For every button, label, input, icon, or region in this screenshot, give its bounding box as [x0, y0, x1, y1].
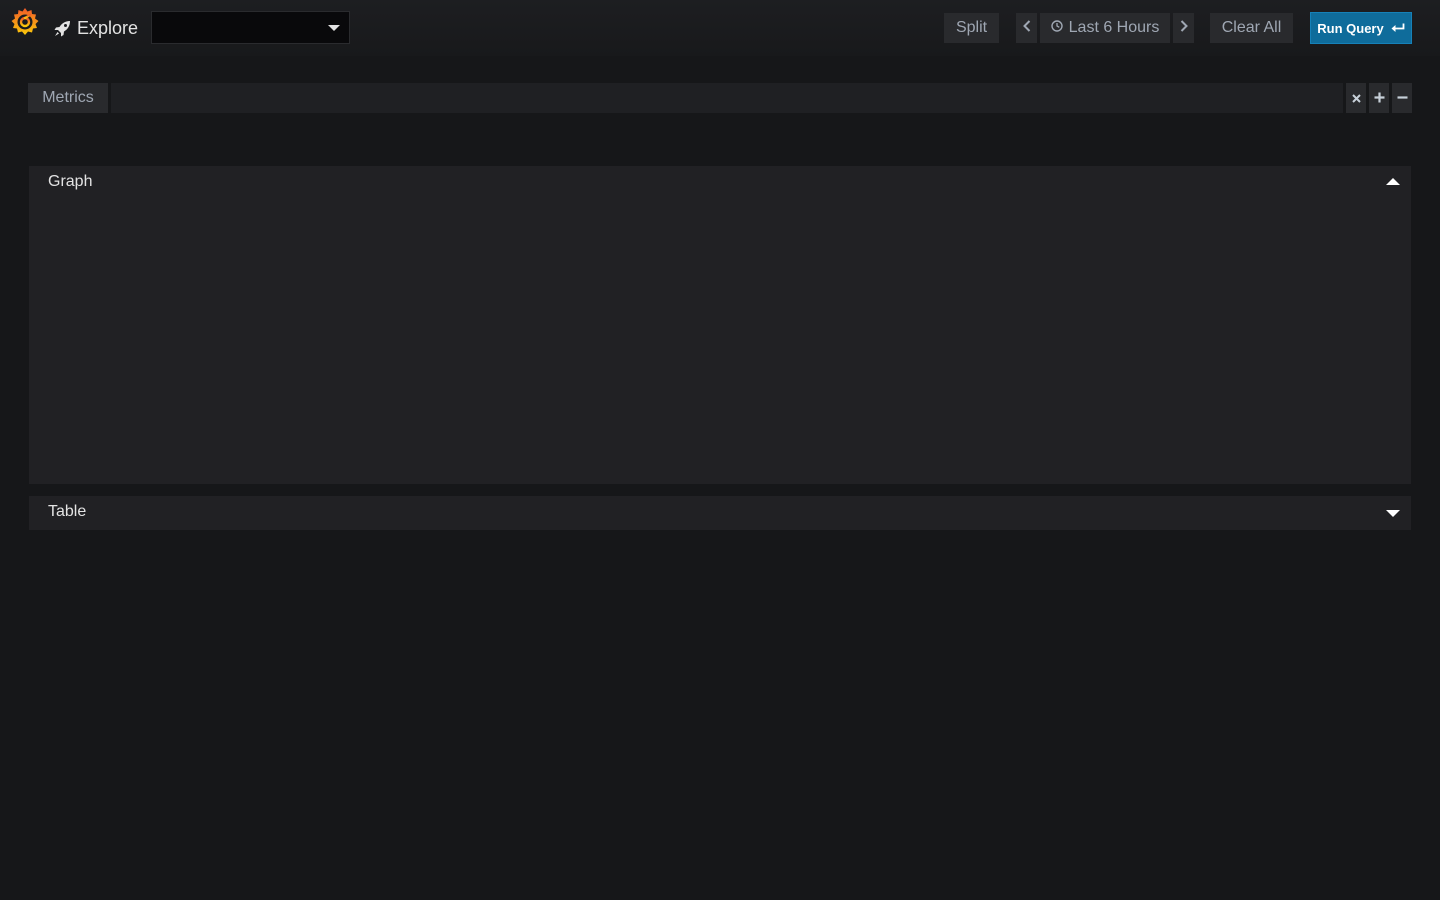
run-query-button[interactable]: Run Query [1310, 12, 1412, 44]
time-range-back-button[interactable] [1016, 13, 1037, 43]
close-icon [1351, 90, 1361, 106]
explore-page: Explore Split Last 6 Hours Clear All Run… [0, 0, 1440, 900]
query-row: Metrics [28, 83, 1412, 113]
query-field-label-text: Metrics [42, 89, 94, 106]
plus-icon [1374, 90, 1385, 106]
enter-icon [1391, 21, 1405, 36]
clock-icon [1050, 19, 1063, 37]
datasource-picker[interactable] [151, 11, 350, 44]
split-button-label: Split [955, 19, 988, 36]
query-input[interactable] [111, 83, 1343, 113]
minus-icon [1397, 90, 1408, 106]
caret-down-icon [328, 25, 340, 31]
grafana-logo-icon[interactable] [8, 5, 42, 39]
page-title: Explore [54, 14, 138, 42]
time-range-picker[interactable]: Last 6 Hours [1040, 13, 1170, 43]
rocket-icon [54, 20, 71, 37]
table-panel-header[interactable]: Table [29, 496, 1411, 530]
split-button[interactable]: Split [944, 13, 999, 43]
page-title-text: Explore [77, 17, 139, 38]
chevron-right-icon [1180, 19, 1188, 37]
remove-query-button[interactable] [1346, 83, 1366, 113]
caret-up-icon[interactable] [1386, 178, 1400, 185]
run-query-button-label: Run Query [1317, 20, 1384, 36]
clear-all-button[interactable]: Clear All [1210, 13, 1293, 43]
explore-toolbar: Explore Split Last 6 Hours Clear All Run… [0, 0, 1440, 56]
table-panel-title: Table [48, 503, 87, 520]
graph-panel: Graph [29, 166, 1411, 484]
add-query-button[interactable] [1369, 83, 1389, 113]
graph-panel-header[interactable]: Graph [29, 166, 1411, 200]
clear-all-button-label: Clear All [1221, 19, 1282, 36]
query-field-label: Metrics [28, 83, 108, 113]
caret-down-icon[interactable] [1386, 510, 1400, 517]
table-panel: Table [29, 496, 1411, 530]
graph-panel-title: Graph [48, 173, 93, 190]
chevron-left-icon [1022, 19, 1031, 37]
time-range-label: Last 6 Hours [1068, 19, 1160, 36]
remove-row-button[interactable] [1392, 83, 1412, 113]
time-range-forward-button[interactable] [1173, 13, 1194, 43]
graph-area [29, 200, 1411, 484]
